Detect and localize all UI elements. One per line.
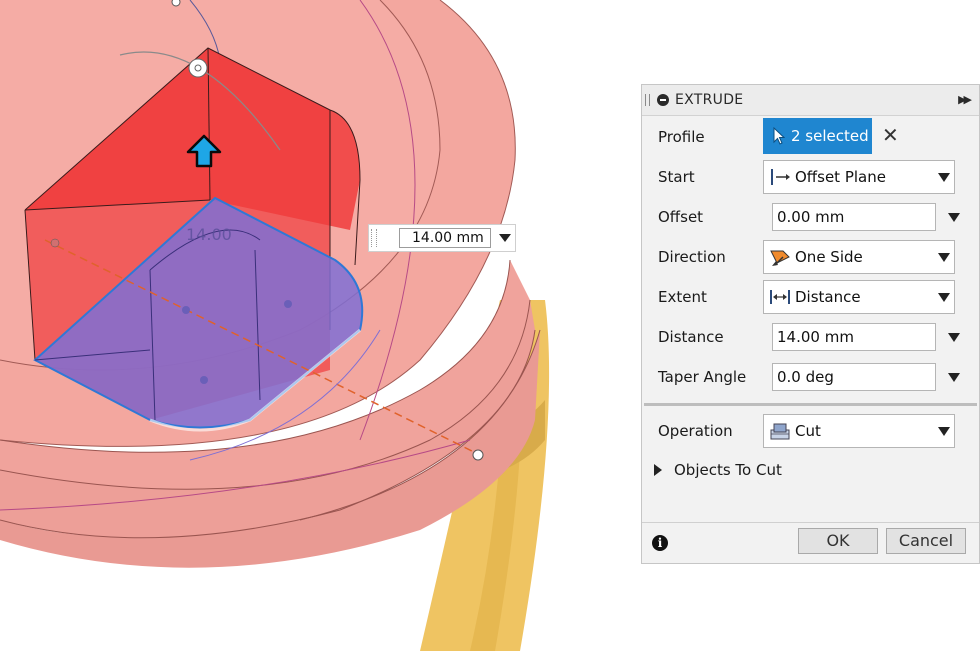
cursor-arrow-icon — [773, 127, 785, 145]
start-label: Start — [658, 168, 695, 186]
extent-row: Extent Distance — [642, 277, 979, 317]
offset-label: Offset — [658, 208, 704, 226]
dialog-header[interactable]: EXTRUDE ▶▶ — [642, 85, 979, 116]
distance-input-group: 14.00 mm — [772, 323, 960, 351]
one-side-icon — [770, 250, 790, 266]
offset-input[interactable]: 0.00 mm — [772, 203, 936, 231]
ghost-dimension-label: 14.00 — [186, 225, 232, 244]
extrude-dialog: EXTRUDE ▶▶ Profile 2 selected ✕ Start Of… — [641, 84, 980, 564]
clear-selection-icon[interactable]: ✕ — [882, 123, 899, 147]
section-divider — [644, 403, 977, 406]
chevron-down-icon[interactable] — [938, 173, 950, 182]
expand-panel-icon[interactable]: ▶▶ — [958, 93, 972, 106]
extent-label: Extent — [658, 288, 707, 306]
distance-label: Distance — [658, 328, 724, 346]
direction-row: Direction One Side — [642, 237, 979, 277]
profile-label: Profile — [658, 128, 705, 146]
objects-to-cut-label: Objects To Cut — [674, 461, 782, 479]
operation-label: Operation — [658, 422, 733, 440]
offset-plane-icon — [771, 169, 790, 185]
distance-input[interactable]: 14.00 mm — [772, 323, 936, 351]
objects-to-cut-toggle[interactable]: Objects To Cut — [654, 459, 974, 483]
dialog-footer: i OK Cancel — [642, 522, 979, 563]
cancel-button[interactable]: Cancel — [886, 528, 966, 554]
offset-row: Offset 0.00 mm — [642, 197, 979, 237]
chevron-down-icon[interactable] — [948, 333, 960, 342]
taper-angle-input[interactable]: 0.0 deg — [772, 363, 936, 391]
expand-triangle-icon[interactable] — [654, 464, 662, 476]
taper-angle-label: Taper Angle — [658, 368, 747, 386]
chevron-down-icon[interactable] — [948, 373, 960, 382]
rotate-handle[interactable] — [188, 58, 208, 78]
dialog-title: EXTRUDE — [675, 92, 744, 108]
ok-button[interactable]: OK — [798, 528, 878, 554]
operation-row: Operation Cut — [642, 411, 979, 451]
collapse-icon[interactable] — [657, 94, 669, 106]
profile-selection-count: 2 selected — [791, 127, 869, 145]
chevron-down-icon[interactable] — [499, 234, 511, 242]
distance-row: Distance 14.00 mm — [642, 317, 979, 357]
profile-row: Profile 2 selected ✕ — [642, 117, 979, 157]
extent-value: Distance — [795, 288, 861, 306]
info-icon[interactable]: i — [652, 535, 668, 551]
direction-label: Direction — [658, 248, 726, 266]
chevron-down-icon[interactable] — [938, 253, 950, 262]
direction-value: One Side — [795, 248, 863, 266]
start-dropdown[interactable]: Offset Plane — [763, 160, 955, 194]
direction-dropdown[interactable]: One Side — [763, 240, 955, 274]
chevron-down-icon[interactable] — [938, 293, 950, 302]
canvas-distance-field[interactable]: 14.00 mm — [399, 228, 491, 248]
operation-value: Cut — [795, 422, 821, 440]
extent-dropdown[interactable]: Distance — [763, 280, 955, 314]
canvas-distance-input[interactable]: 14.00 mm — [368, 224, 516, 252]
distance-icon — [770, 290, 790, 304]
drag-grip-icon[interactable] — [371, 229, 377, 247]
drag-grip-icon[interactable] — [645, 94, 650, 106]
start-row: Start Offset Plane — [642, 157, 979, 197]
taper-angle-input-group: 0.0 deg — [772, 363, 960, 391]
chevron-down-icon[interactable] — [938, 427, 950, 436]
taper-angle-row: Taper Angle 0.0 deg — [642, 357, 979, 397]
cut-icon — [770, 423, 790, 440]
start-value: Offset Plane — [795, 168, 886, 186]
offset-input-group: 0.00 mm — [772, 203, 960, 231]
profile-selection-button[interactable]: 2 selected — [763, 118, 872, 154]
chevron-down-icon[interactable] — [948, 213, 960, 222]
operation-dropdown[interactable]: Cut — [763, 414, 955, 448]
